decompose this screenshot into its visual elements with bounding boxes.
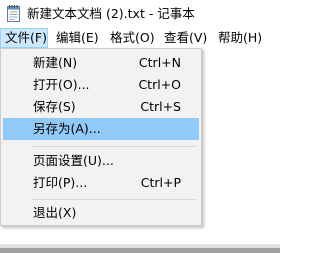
menu-item-page-setup[interactable]: 页面设置(U)...	[3, 150, 199, 172]
menu-item-new-label: 新建(N)	[33, 55, 78, 70]
menu-item-save-shortcut: Ctrl+S	[140, 99, 181, 114]
menu-edit-label: 编辑(E)	[56, 30, 99, 45]
menu-item-open-shortcut: Ctrl+O	[138, 77, 181, 92]
menu-item-page-setup-label: 页面设置(U)...	[33, 153, 114, 168]
menu-help-label: 帮助(H)	[218, 30, 263, 45]
menu-view-label: 查看(V)	[164, 30, 208, 45]
menu-item-print-label: 打印(P)...	[33, 175, 88, 190]
menu-format-label: 格式(O)	[110, 30, 155, 45]
menu-edit[interactable]: 编辑(E)	[52, 28, 103, 48]
menu-item-save-as[interactable]: 另存为(A)...	[3, 118, 199, 140]
menu-item-save[interactable]: 保存(S) Ctrl+S	[3, 96, 199, 118]
menu-item-exit[interactable]: 退出(X)	[3, 202, 199, 224]
menu-bar: 文件(F) 编辑(E) 格式(O) 查看(V) 帮助(H)	[0, 28, 280, 48]
menu-item-print-shortcut: Ctrl+P	[140, 175, 181, 190]
menu-file[interactable]: 文件(F)	[0, 28, 48, 48]
menu-item-print[interactable]: 打印(P)... Ctrl+P	[3, 172, 199, 194]
menu-file-label: 文件(F)	[5, 30, 47, 45]
menu-separator	[31, 199, 196, 200]
notepad-window: 新建文本文档 (2).txt - 记事本 文件(F) 编辑(E) 格式(O) 查…	[0, 0, 280, 253]
window-title: 新建文本文档 (2).txt - 记事本	[27, 6, 195, 21]
menu-item-open-label: 打开(O)...	[33, 77, 90, 92]
menu-format[interactable]: 格式(O)	[106, 28, 159, 48]
menu-separator	[31, 146, 196, 147]
menu-item-exit-label: 退出(X)	[33, 205, 77, 220]
window-bottom-shade	[0, 248, 280, 253]
file-menu-dropdown: 新建(N) Ctrl+N 打开(O)... Ctrl+O 保存(S) Ctrl+…	[0, 48, 202, 226]
menu-view[interactable]: 查看(V)	[160, 28, 211, 48]
menu-item-new[interactable]: 新建(N) Ctrl+N	[3, 52, 199, 74]
menu-help[interactable]: 帮助(H)	[214, 28, 266, 48]
notepad-icon	[7, 5, 20, 22]
menu-item-open[interactable]: 打开(O)... Ctrl+O	[3, 74, 199, 96]
menu-item-save-as-label: 另存为(A)...	[33, 121, 101, 136]
menu-item-new-shortcut: Ctrl+N	[138, 55, 181, 70]
menu-item-save-label: 保存(S)	[33, 99, 76, 114]
title-bar[interactable]: 新建文本文档 (2).txt - 记事本	[0, 0, 280, 28]
